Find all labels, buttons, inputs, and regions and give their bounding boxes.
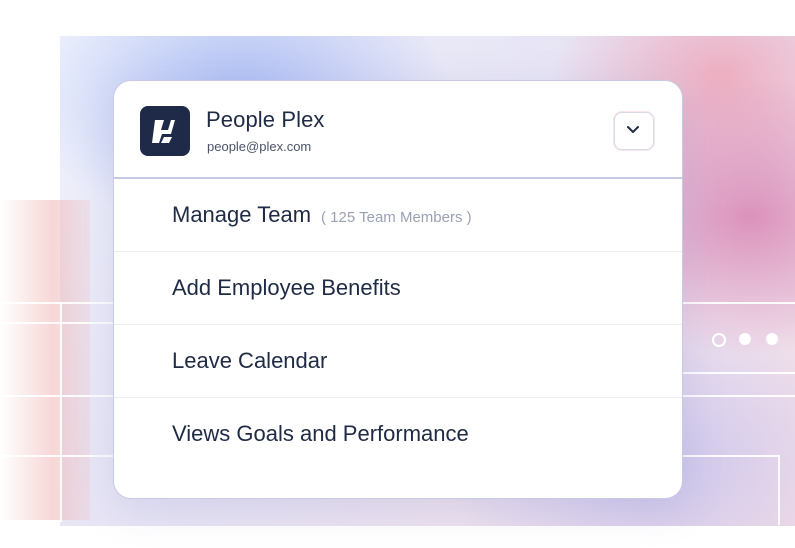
menu-item-label: Add Employee Benefits xyxy=(172,275,401,300)
org-name: People Plex xyxy=(206,107,325,132)
window-dot-outline xyxy=(712,333,726,347)
org-email: people@plex.com xyxy=(207,139,312,154)
menu-item-leave-calendar[interactable]: Leave Calendar xyxy=(114,325,682,398)
window-dot xyxy=(739,333,751,345)
window-dot xyxy=(766,333,778,345)
account-dropdown-button[interactable] xyxy=(614,112,654,150)
background-blush xyxy=(0,200,90,520)
decor-line xyxy=(680,455,780,457)
menu-item-employee-benefits[interactable]: Add Employee Benefits xyxy=(114,252,682,325)
menu-item-label: Views Goals and Performance xyxy=(172,421,469,446)
decor-line xyxy=(0,302,115,304)
chevron-down-icon xyxy=(627,126,639,133)
menu-item-manage-team[interactable]: Manage Team ( 125 Team Members ) xyxy=(114,179,682,252)
people-plex-logo xyxy=(140,106,190,156)
decor-line xyxy=(680,395,795,397)
decor-line xyxy=(778,455,780,525)
account-switcher-card: People Plex people@plex.com Manage Team (… xyxy=(113,80,683,499)
menu-item-label: Manage Team xyxy=(172,202,312,227)
menu-item-goals-performance[interactable]: Views Goals and Performance xyxy=(114,398,682,470)
card-header: People Plex people@plex.com xyxy=(114,81,682,179)
menu-item-label: Leave Calendar xyxy=(172,348,328,373)
decor-line xyxy=(60,302,62,522)
decor-line xyxy=(0,455,115,457)
decor-line xyxy=(0,322,115,324)
decor-line xyxy=(0,395,115,397)
team-member-count: ( 125 Team Members ) xyxy=(321,209,472,226)
